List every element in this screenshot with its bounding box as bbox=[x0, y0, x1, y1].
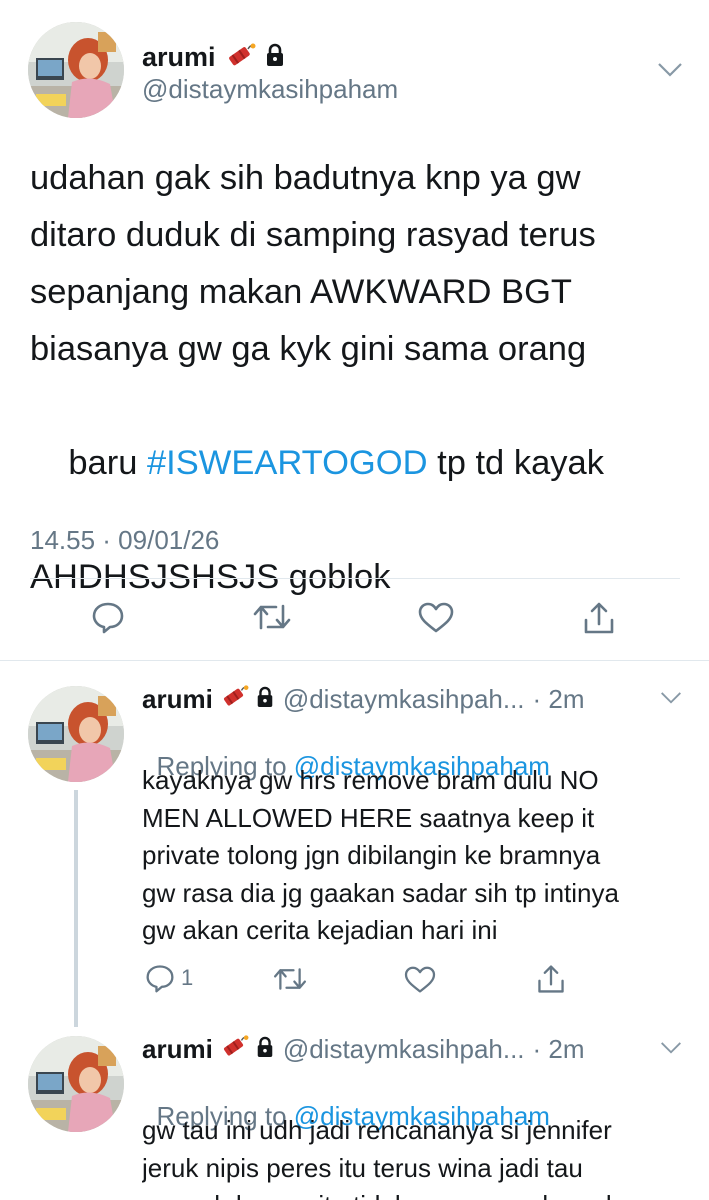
author-name[interactable]: arumi bbox=[142, 1034, 213, 1065]
reply-text: gw tau ini udh jadi rencananya si jennif… bbox=[142, 1112, 709, 1200]
reply-time[interactable]: · 2m bbox=[533, 684, 585, 715]
share-icon bbox=[584, 602, 614, 634]
chevron-down-icon[interactable] bbox=[660, 1040, 682, 1061]
lock-icon bbox=[264, 43, 286, 72]
heart-icon bbox=[418, 602, 454, 633]
retweet-button[interactable] bbox=[272, 965, 308, 993]
text-segment: baru bbox=[68, 444, 147, 482]
text-segment: tp td kayak bbox=[427, 444, 604, 482]
divider bbox=[0, 660, 709, 661]
reply-text-line: gw akan cerita kejadian hari ini bbox=[142, 915, 498, 945]
like-button[interactable] bbox=[417, 602, 455, 634]
tweet-timestamp[interactable]: 14.55 · 09/01/26 bbox=[30, 525, 219, 556]
retweet-button[interactable] bbox=[252, 601, 292, 633]
chevron-down-icon[interactable] bbox=[657, 61, 683, 84]
reply-count: 1 bbox=[181, 965, 194, 990]
retweet-icon bbox=[273, 968, 307, 990]
reply-header: arumi @distaymkasihpah... · 2m bbox=[142, 1032, 585, 1066]
author-handle[interactable]: @distaymkasihpaham bbox=[142, 74, 398, 105]
lock-icon bbox=[255, 1034, 275, 1065]
tweet-text-line: udahan gak sih badutnya knp ya gw bbox=[30, 159, 581, 197]
reply-text-line: gw rasa dia jg gaakan sadar sih tp intin… bbox=[142, 877, 619, 908]
share-icon bbox=[538, 965, 564, 993]
reply-text-line: kayaknya gw hrs remove bram dulu NO bbox=[142, 765, 599, 795]
like-button[interactable] bbox=[403, 966, 437, 994]
share-button[interactable] bbox=[535, 963, 567, 995]
avatar[interactable] bbox=[28, 22, 124, 118]
dynamite-icon bbox=[221, 1033, 249, 1066]
dynamite-icon bbox=[226, 41, 256, 74]
chevron-down-icon[interactable] bbox=[660, 690, 682, 711]
reply-button[interactable] bbox=[91, 600, 125, 634]
tweet-text-line: baru #ISWEARTOGOD tp td kayak bbox=[30, 378, 690, 549]
heart-icon bbox=[404, 966, 436, 993]
retweet-icon bbox=[253, 604, 291, 630]
avatar[interactable] bbox=[28, 1036, 124, 1132]
reply-text-line: MEN ALLOWED HERE saatnya keep it bbox=[142, 802, 595, 833]
dynamite-icon bbox=[221, 683, 249, 716]
share-button[interactable] bbox=[581, 600, 617, 636]
author-name[interactable]: arumi bbox=[142, 42, 216, 73]
reply-icon bbox=[146, 965, 174, 993]
tweet-text-line: ditaro duduk di samping rasyad terus bbox=[30, 216, 596, 254]
reply-text-line: jeruk nipis peres itu terus wina jadi ta… bbox=[142, 1152, 583, 1183]
reply-text: kayaknya gw hrs remove bram dulu NO MEN … bbox=[142, 762, 702, 950]
divider bbox=[30, 578, 680, 579]
reply-header: arumi @distaymkasihpah... · 2m bbox=[142, 682, 585, 716]
author-name[interactable]: arumi bbox=[142, 684, 213, 715]
reply-text-line: private tolong jgn dibilangin ke bramnya bbox=[142, 840, 601, 870]
avatar[interactable] bbox=[28, 686, 124, 782]
thread-line bbox=[74, 790, 78, 1027]
author-handle[interactable]: @distaymkasihpah... bbox=[283, 684, 525, 715]
author-row: arumi bbox=[142, 40, 286, 74]
tweet-text-line: biasanya gw ga kyk gini sama orang bbox=[30, 330, 587, 368]
lock-icon bbox=[255, 684, 275, 715]
reply-icon bbox=[92, 602, 124, 634]
author-handle[interactable]: @distaymkasihpah... bbox=[283, 1034, 525, 1065]
reply-button[interactable]: 1 bbox=[145, 963, 193, 993]
reply-text-line: gw tau ini udh jadi rencananya si jennif… bbox=[142, 1115, 612, 1145]
hashtag-link[interactable]: #ISWEARTOGOD bbox=[147, 444, 428, 482]
tweet-text-line: sepanjang makan AWKWARD BGT bbox=[30, 273, 572, 311]
reply-text-line: rasyad dan gw itu tidak nyaman selama be… bbox=[142, 1187, 709, 1200]
reply-time[interactable]: · 2m bbox=[533, 1034, 585, 1065]
